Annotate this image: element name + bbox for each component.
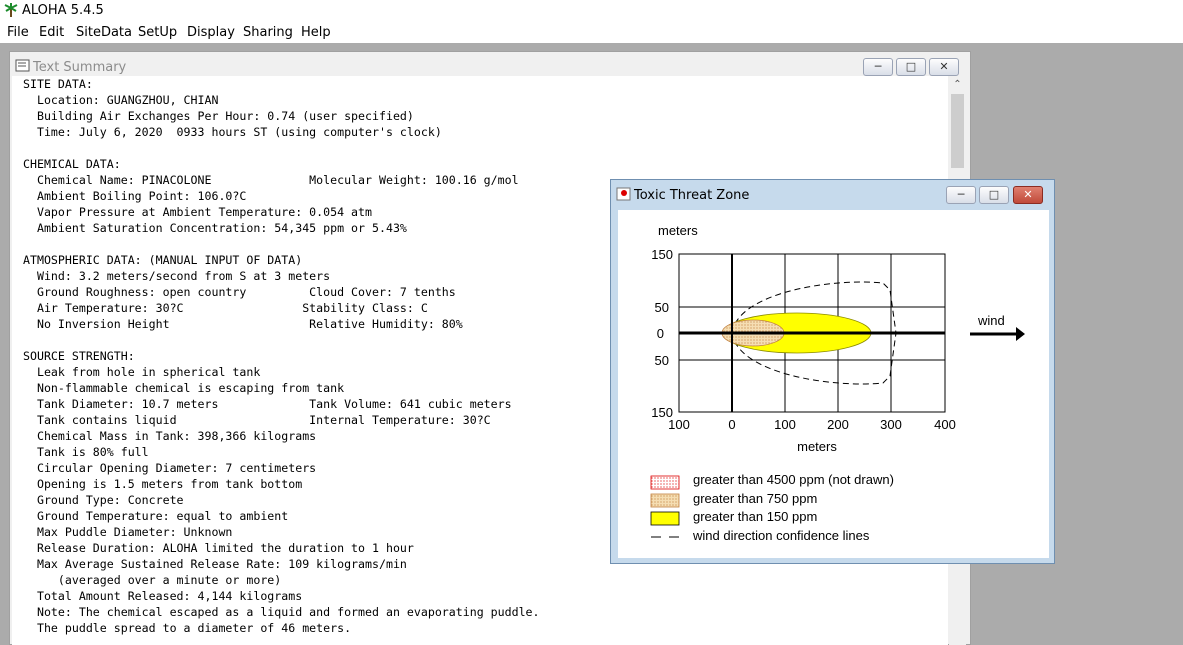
threat-zone-plot-area: meters 150 50 0 50 150 100 0 100 200 300…	[618, 210, 1049, 558]
close-button[interactable]: ✕	[929, 58, 959, 76]
legend-swatch-150	[650, 511, 680, 526]
y-tick-label: 50	[655, 300, 669, 315]
scrollbar-thumb[interactable]	[951, 94, 964, 168]
legend-label-confidence: wind direction confidence lines	[692, 528, 870, 543]
x-axis-unit: meters	[797, 439, 837, 454]
menu-display[interactable]: Display	[187, 25, 235, 40]
app-title-bar: ALOHA 5.4.5	[0, 0, 1183, 22]
menu-sharing[interactable]: Sharing	[243, 25, 293, 40]
maximize-button[interactable]: □	[896, 58, 926, 76]
x-tick-label: 300	[880, 417, 902, 432]
wind-label: wind	[977, 313, 1005, 328]
x-tick-label: 100	[668, 417, 690, 432]
y-axis-unit: meters	[658, 223, 698, 238]
document-icon	[15, 59, 30, 72]
threat-zone-icon	[616, 187, 631, 201]
palm-tree-icon	[4, 3, 18, 17]
text-summary-title: Text Summary	[33, 60, 127, 75]
x-tick-label: 400	[934, 417, 956, 432]
y-tick-label: 50	[655, 353, 669, 368]
minimize-button[interactable]: ─	[863, 58, 893, 76]
x-tick-label: 100	[774, 417, 796, 432]
legend-label-150: greater than 150 ppm	[693, 509, 817, 524]
legend: greater than 4500 ppm (not drawn) greate…	[650, 472, 894, 543]
menu-setup[interactable]: SetUp	[138, 25, 177, 40]
y-tick-label: 150	[651, 247, 673, 262]
legend-swatch-4500	[650, 475, 680, 490]
legend-swatch-750	[650, 493, 680, 508]
wind-arrow-icon	[970, 327, 1025, 341]
menu-sitedata[interactable]: SiteData	[76, 25, 132, 40]
toxic-close-button[interactable]: ✕	[1013, 186, 1043, 204]
menu-bar: File Edit SiteData SetUp Display Sharing…	[0, 22, 1183, 44]
scroll-up-icon[interactable]: ⌃	[949, 76, 966, 93]
toxic-maximize-button[interactable]: □	[979, 186, 1009, 204]
menu-file[interactable]: File	[7, 25, 29, 40]
toxic-threat-title: Toxic Threat Zone	[634, 188, 750, 203]
toxic-minimize-button[interactable]: ─	[946, 186, 976, 204]
y-tick-label: 0	[657, 326, 664, 341]
toxic-threat-zone-window: Toxic Threat Zone ─ □ ✕ meters 150 50 0 …	[610, 179, 1055, 564]
x-tick-label: 200	[827, 417, 849, 432]
threat-zone-plot: meters 150 50 0 50 150 100 0 100 200 300…	[650, 223, 1025, 543]
menu-help[interactable]: Help	[301, 25, 331, 40]
app-title: ALOHA 5.4.5	[22, 3, 104, 18]
x-tick-label: 0	[728, 417, 735, 432]
legend-label-4500: greater than 4500 ppm (not drawn)	[693, 472, 894, 487]
legend-label-750: greater than 750 ppm	[693, 491, 817, 506]
menu-edit[interactable]: Edit	[39, 25, 64, 40]
toxic-threat-title-bar[interactable]: Toxic Threat Zone ─ □ ✕	[611, 180, 1054, 210]
